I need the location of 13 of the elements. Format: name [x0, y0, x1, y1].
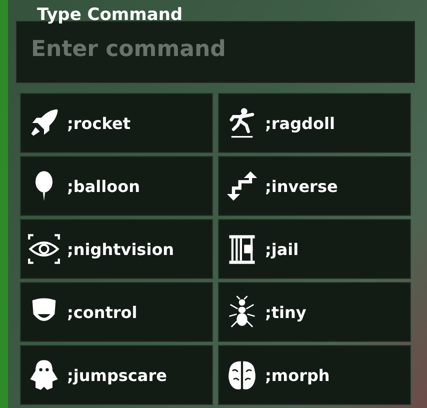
command-button[interactable]: ;jumpscare — [20, 345, 213, 405]
command-button[interactable]: ;tiny — [218, 282, 411, 342]
command-button[interactable]: ;nightvision — [20, 219, 213, 279]
command-button[interactable]: ;morph — [218, 345, 411, 405]
ghost-icon — [27, 358, 61, 392]
arrows-icon — [225, 169, 259, 203]
command-button[interactable]: ;control — [20, 282, 213, 342]
command-button[interactable]: ;ragdoll — [218, 93, 411, 153]
eye-icon — [27, 232, 61, 266]
command-button[interactable]: ;jail — [218, 219, 411, 279]
command-button[interactable]: ;rocket — [20, 93, 213, 153]
command-button[interactable]: ;inverse — [218, 156, 411, 216]
command-button[interactable]: ;balloon — [20, 156, 213, 216]
